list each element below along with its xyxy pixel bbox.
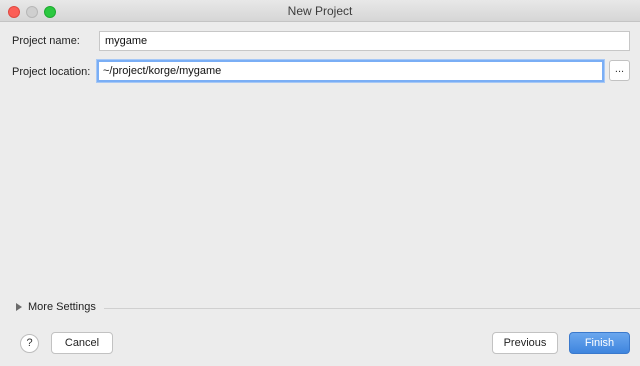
- section-divider: [104, 308, 640, 309]
- more-settings-toggle[interactable]: More Settings: [16, 299, 640, 317]
- browse-location-button[interactable]: ...: [609, 60, 630, 81]
- previous-button[interactable]: Previous: [492, 332, 558, 354]
- project-location-label: Project location:: [12, 66, 91, 78]
- project-name-label: Project name:: [12, 35, 80, 47]
- more-settings-label: More Settings: [28, 301, 96, 313]
- finish-button[interactable]: Finish: [569, 332, 630, 354]
- window-title: New Project: [287, 4, 353, 18]
- project-location-input[interactable]: [97, 60, 604, 82]
- help-button[interactable]: ?: [20, 334, 39, 353]
- project-name-input[interactable]: [99, 31, 630, 51]
- title-bar: New Project: [0, 0, 640, 22]
- new-project-dialog: New Project Project name: Project locati…: [0, 0, 640, 366]
- cancel-button[interactable]: Cancel: [51, 332, 113, 354]
- disclosure-triangle-icon: [16, 303, 22, 311]
